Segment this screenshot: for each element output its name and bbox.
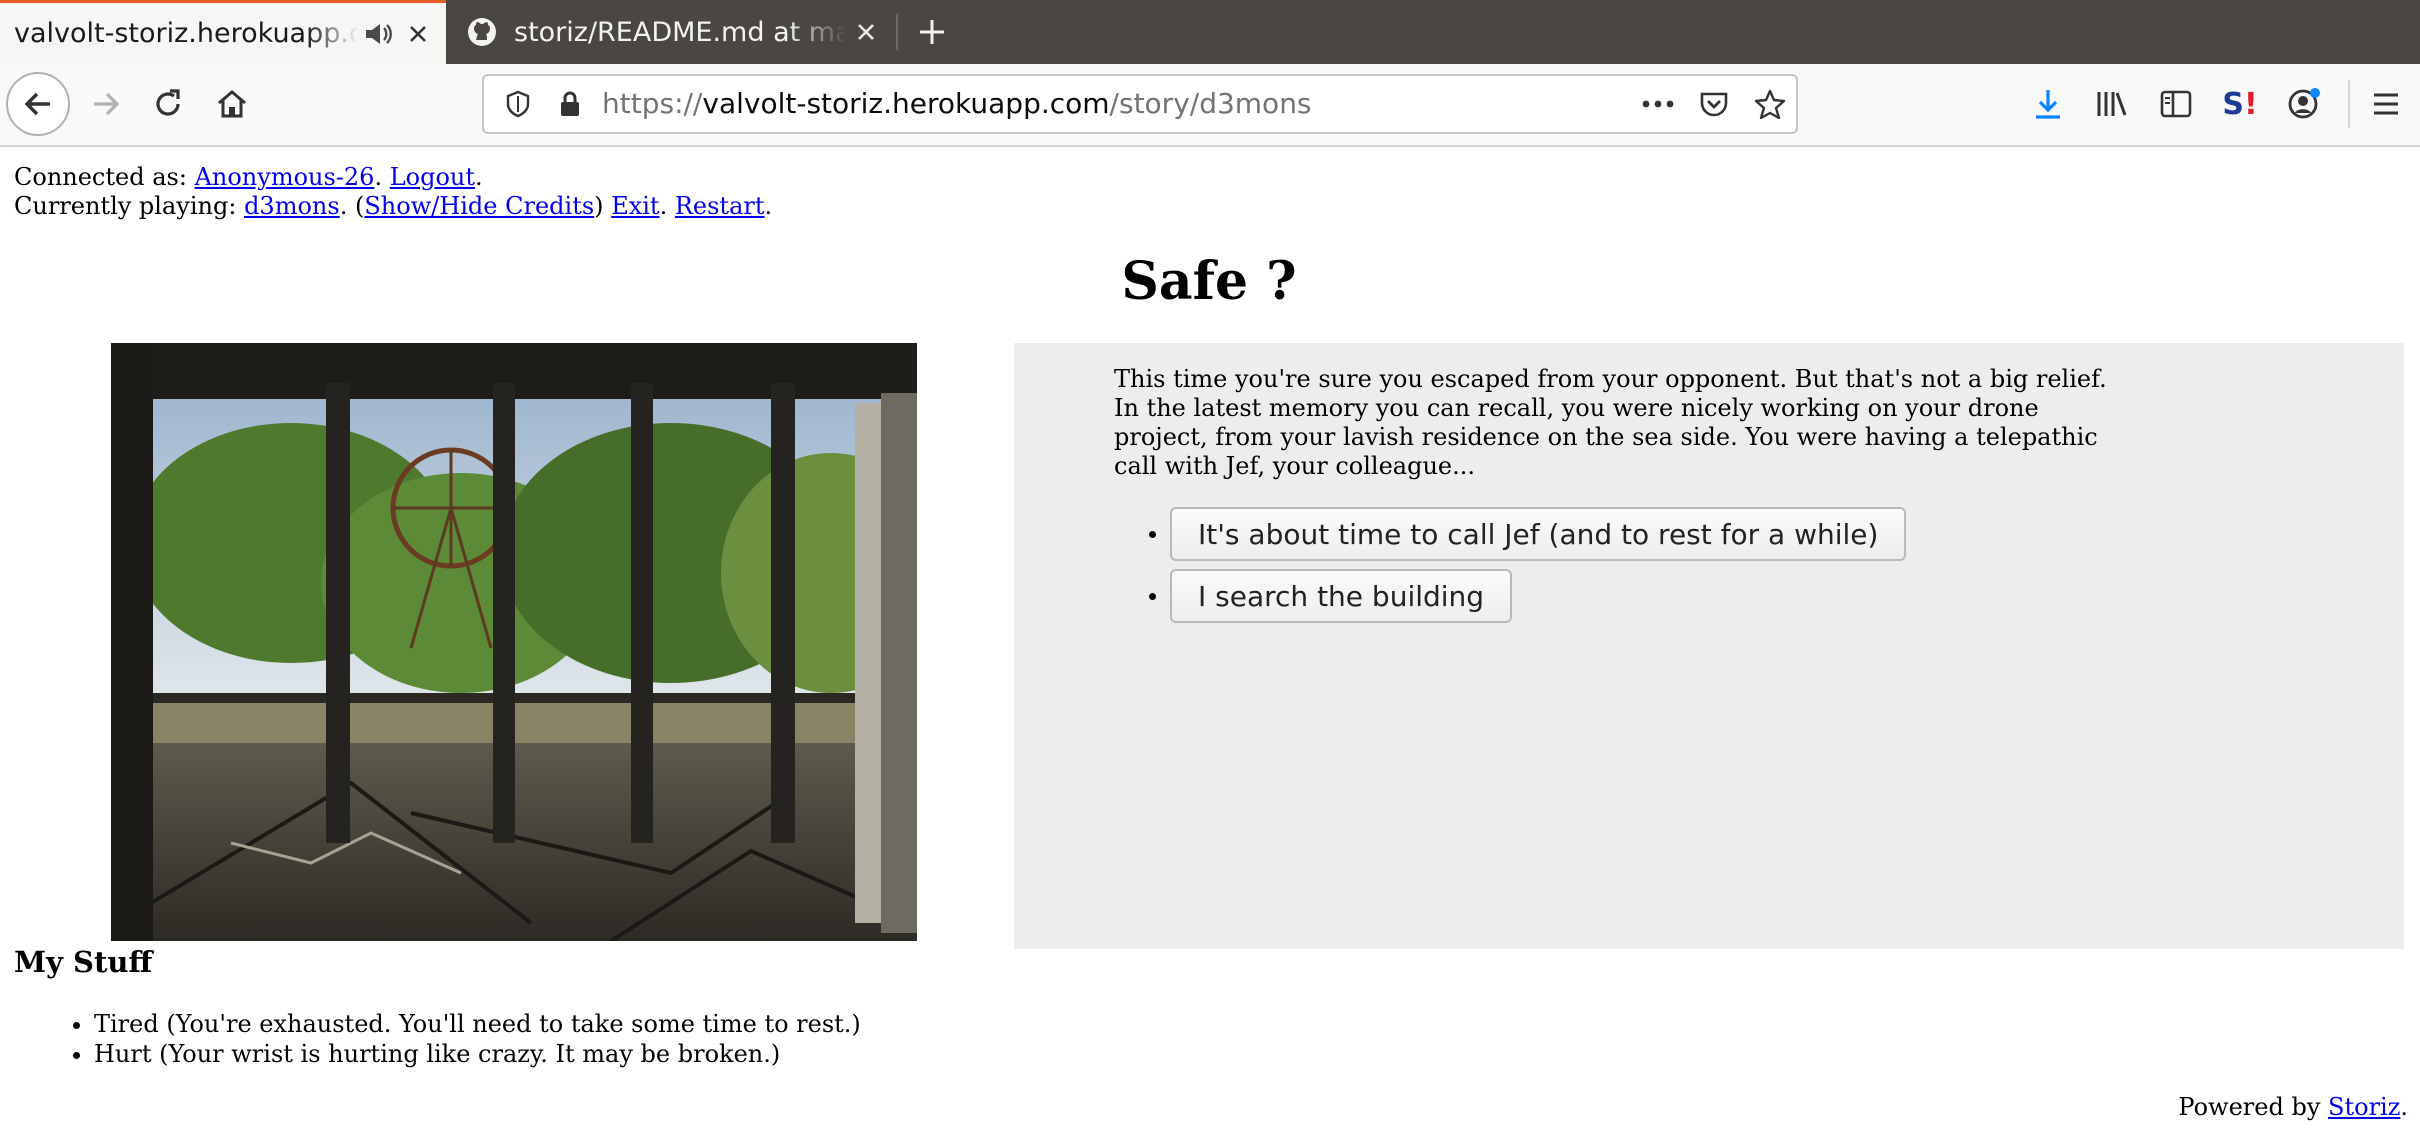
sidebar-icon[interactable] xyxy=(2150,78,2202,130)
punctuation: . xyxy=(659,192,668,220)
reload-icon[interactable] xyxy=(142,78,194,130)
account-icon[interactable] xyxy=(2278,78,2330,130)
story-text: This time you're sure you escaped from y… xyxy=(1114,365,2107,480)
home-icon[interactable] xyxy=(206,78,258,130)
tab-storiz[interactable]: valvolt-storiz.herokuapp.com xyxy=(0,0,446,64)
download-icon[interactable] xyxy=(2022,78,2074,130)
connected-line: Connected as: Anonymous-26. Logout. xyxy=(14,163,483,192)
footer: Powered by Storiz. xyxy=(2178,1093,2408,1121)
choices-list: It's about time to call Jef (and to rest… xyxy=(1114,507,1907,631)
toolbar-divider xyxy=(2348,80,2350,128)
extension-icon[interactable]: S! xyxy=(2214,78,2266,130)
punctuation: . xyxy=(764,192,773,220)
navigation-toolbar: https://valvolt-storiz.herokuapp.com/sto… xyxy=(0,64,2420,147)
choice-item: It's about time to call Jef (and to rest… xyxy=(1170,507,1907,561)
new-tab-icon[interactable] xyxy=(908,8,956,56)
shield-icon[interactable] xyxy=(494,76,542,132)
close-tab-icon[interactable] xyxy=(846,12,886,52)
playing-label: Currently playing: xyxy=(14,192,237,220)
punctuation: . xyxy=(374,163,383,191)
choice-item: I search the building xyxy=(1170,569,1906,623)
speaker-icon[interactable] xyxy=(358,14,398,54)
close-tab-icon[interactable] xyxy=(398,14,438,54)
forward-icon[interactable] xyxy=(80,78,132,130)
story-panel: This time you're sure you escaped from y… xyxy=(1014,343,2404,949)
punctuation: . xyxy=(2400,1093,2408,1121)
choice-call-jef-button[interactable]: It's about time to call Jef (and to rest… xyxy=(1170,507,1907,561)
menu-icon[interactable] xyxy=(2360,78,2412,130)
footer-label: Powered by xyxy=(2178,1093,2321,1121)
logout-link[interactable]: Logout xyxy=(390,163,475,191)
star-icon[interactable] xyxy=(1746,76,1794,132)
connected-label: Connected as: xyxy=(14,163,187,191)
page-title: Safe ? xyxy=(0,251,2420,312)
stuff-item: Hurt (Your wrist is hurting like crazy. … xyxy=(94,1039,861,1069)
title-text: Safe ? xyxy=(1121,251,1297,312)
exit-link[interactable]: Exit xyxy=(611,192,659,220)
pocket-icon[interactable] xyxy=(1690,76,1738,132)
url-scheme: https:// xyxy=(602,87,703,120)
tab-title: valvolt-storiz.herokuapp.com xyxy=(14,18,358,49)
browser-chrome: valvolt-storiz.herokuapp.com storiz/READ… xyxy=(0,0,2420,147)
scene-image xyxy=(111,343,917,941)
more-icon[interactable] xyxy=(1634,76,1682,132)
punctuation: ) xyxy=(594,192,604,220)
punctuation: . xyxy=(339,192,348,220)
restart-link[interactable]: Restart xyxy=(675,192,765,220)
choice-search-building-button[interactable]: I search the building xyxy=(1170,569,1513,623)
github-icon xyxy=(466,16,498,48)
story-link[interactable]: d3mons xyxy=(244,192,340,220)
stuff-heading: My Stuff xyxy=(14,945,153,979)
url-path: /story/d3mons xyxy=(1109,87,1312,120)
tab-bar: valvolt-storiz.herokuapp.com storiz/READ… xyxy=(0,0,2420,64)
url-bar[interactable]: https://valvolt-storiz.herokuapp.com/sto… xyxy=(482,74,1798,134)
punctuation: ( xyxy=(354,192,365,220)
stuff-list: Tired (You're exhausted. You'll need to … xyxy=(14,1009,861,1069)
lock-icon[interactable] xyxy=(546,76,594,132)
tab-title: storiz/README.md at master xyxy=(514,16,846,48)
punctuation: . xyxy=(475,163,483,191)
page-content: Connected as: Anonymous-26. Logout. Curr… xyxy=(0,147,2420,1136)
url-text[interactable]: https://valvolt-storiz.herokuapp.com/sto… xyxy=(602,76,1312,132)
user-link[interactable]: Anonymous-26 xyxy=(195,163,375,191)
playing-line: Currently playing: d3mons. (Show/Hide Cr… xyxy=(14,192,772,221)
tab-github-readme[interactable]: storiz/README.md at master xyxy=(448,0,896,64)
storiz-link[interactable]: Storiz xyxy=(2328,1093,2400,1121)
library-icon[interactable] xyxy=(2086,78,2138,130)
credits-link[interactable]: Show/Hide Credits xyxy=(364,192,594,220)
tab-separator xyxy=(896,14,898,50)
stuff-item: Tired (You're exhausted. You'll need to … xyxy=(94,1009,861,1039)
url-host: valvolt-storiz.herokuapp.com xyxy=(702,87,1110,120)
back-icon[interactable] xyxy=(6,72,70,136)
